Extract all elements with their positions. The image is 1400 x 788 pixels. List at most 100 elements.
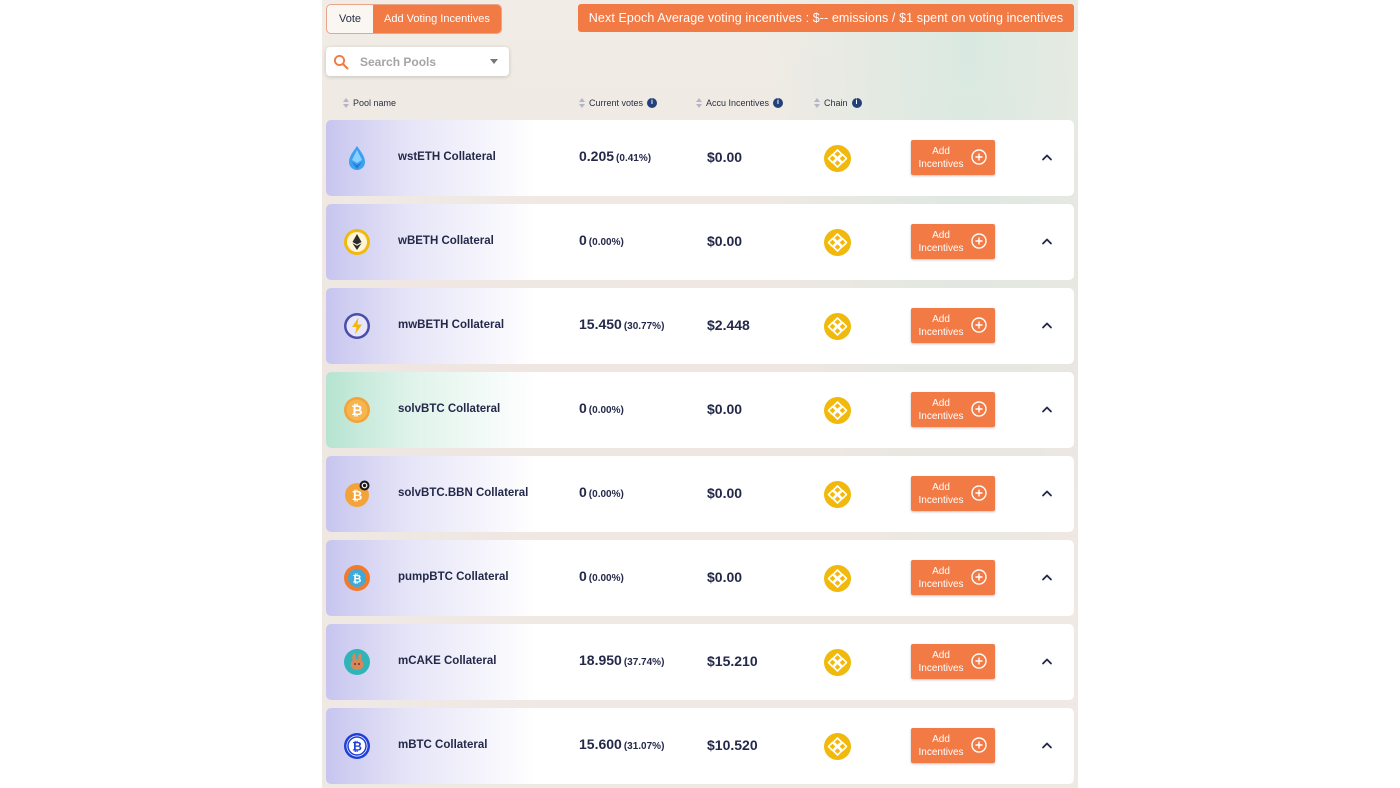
mcake-icon	[344, 649, 370, 675]
accu-incentives: $0.00	[707, 485, 743, 501]
plus-circle-icon	[971, 737, 987, 753]
add-incentives-label: Add Incentives	[918, 650, 964, 674]
pool-name: wBETH Collateral	[398, 235, 494, 247]
add-incentives-button[interactable]: Add Incentives	[911, 728, 995, 763]
current-votes: 18.950 (37.74%)	[579, 652, 664, 670]
add-incentives-label: Add Incentives	[918, 398, 964, 422]
bnb-chain-icon	[824, 733, 851, 760]
votes-value: 0	[579, 400, 587, 416]
current-votes: 15.600 (31.07%)	[579, 736, 664, 754]
bnb-chain-icon	[824, 481, 851, 508]
add-incentives-label: Add Incentives	[918, 566, 964, 590]
plus-circle-icon	[971, 317, 987, 333]
chevron-up-icon[interactable]	[1041, 152, 1053, 162]
info-icon[interactable]: i	[773, 98, 784, 108]
column-label: Current votes	[589, 98, 644, 108]
votes-value: 0.205	[579, 148, 615, 164]
bnb-chain-icon	[824, 313, 851, 340]
votes-value: 18.950	[579, 652, 622, 668]
chevron-up-icon[interactable]	[1041, 488, 1053, 498]
plus-circle-icon	[971, 653, 987, 669]
add-incentives-button[interactable]: Add Incentives	[911, 644, 995, 679]
votes-percent: (31.07%)	[623, 741, 665, 752]
chevron-up-icon[interactable]	[1041, 404, 1053, 414]
add-incentives-button[interactable]: Add Incentives	[911, 560, 995, 595]
votes-percent: (30.77%)	[623, 321, 665, 332]
tab-add-voting-incentives[interactable]: Add Voting Incentives	[373, 5, 501, 33]
pool-row[interactable]: wstETH Collateral 0.205 (0.41%) $0.00 Add…	[326, 120, 1074, 196]
svg-text:₿: ₿	[352, 740, 362, 754]
search-input[interactable]	[358, 53, 492, 70]
wbeth-icon	[344, 229, 370, 255]
plus-circle-icon	[971, 233, 987, 249]
add-incentives-label: Add Incentives	[918, 146, 964, 170]
votes-value: 0	[579, 232, 587, 248]
pool-row[interactable]: wBETH Collateral 0 (0.00%) $0.00 Add Ince…	[326, 204, 1074, 280]
column-header-pool-name[interactable]: Pool name	[343, 98, 396, 108]
current-votes: 0.205 (0.41%)	[579, 148, 651, 166]
pool-row[interactable]: ₿ mBTC Collateral 15.600 (31.07%) $10.520…	[326, 708, 1074, 784]
accu-incentives: $2.448	[707, 317, 750, 333]
plus-circle-icon	[971, 401, 987, 417]
add-incentives-button[interactable]: Add Incentives	[911, 392, 995, 427]
current-votes: 15.450 (30.77%)	[579, 316, 664, 334]
svg-text:₿: ₿	[352, 489, 363, 504]
plus-circle-icon	[971, 485, 987, 501]
pool-row[interactable]: mwBETH Collateral 15.450 (30.77%) $2.448 …	[326, 288, 1074, 364]
votes-percent: (0.41%)	[616, 153, 652, 164]
chevron-down-icon[interactable]	[490, 59, 498, 64]
svg-text:₿: ₿	[351, 403, 362, 419]
accu-incentives: $15.210	[707, 653, 758, 669]
column-label: Chain	[824, 98, 848, 108]
votes-value: 15.450	[579, 316, 622, 332]
chevron-up-icon[interactable]	[1041, 320, 1053, 330]
accu-incentives: $10.520	[707, 737, 758, 753]
add-incentives-button[interactable]: Add Incentives	[911, 308, 995, 343]
pool-row[interactable]: ₿ solvBTC Collateral 0 (0.00%) $0.00 Add …	[326, 372, 1074, 448]
column-label: Accu Incentives	[706, 98, 770, 108]
votes-value: 0	[579, 568, 587, 584]
votes-value: 15.600	[579, 736, 622, 752]
bnb-chain-icon	[824, 649, 851, 676]
column-header-accu-incentives[interactable]: Accu Incentives i	[696, 98, 784, 108]
plus-circle-icon	[971, 569, 987, 585]
bnb-chain-icon	[824, 229, 851, 256]
mbtc-icon: ₿	[344, 733, 370, 759]
chevron-up-icon[interactable]	[1041, 740, 1053, 750]
info-icon[interactable]: i	[647, 98, 658, 108]
sort-icon	[814, 98, 820, 108]
add-incentives-button[interactable]: Add Incentives	[911, 140, 995, 175]
wsteth-icon	[349, 146, 365, 170]
column-header-chain[interactable]: Chain i	[814, 98, 862, 108]
info-icon[interactable]: i	[851, 98, 862, 108]
pool-row[interactable]: mCAKE Collateral 18.950 (37.74%) $15.210 …	[326, 624, 1074, 700]
column-header-current-votes[interactable]: Current votes i	[579, 98, 658, 108]
chevron-up-icon[interactable]	[1041, 236, 1053, 246]
add-incentives-label: Add Incentives	[918, 734, 964, 758]
mode-tabs: Vote Add Voting Incentives	[326, 4, 502, 34]
pool-name: solvBTC Collateral	[398, 403, 501, 415]
solvbtc-bbn-icon: ₿	[345, 480, 370, 507]
pool-row[interactable]: ₿ pumpBTC Collateral 0 (0.00%) $0.00 Add …	[326, 540, 1074, 616]
bnb-chain-icon	[824, 145, 851, 172]
pool-row[interactable]: ₿ solvBTC.BBN Collateral 0 (0.00%) $0.00 …	[326, 456, 1074, 532]
current-votes: 0 (0.00%)	[579, 400, 624, 418]
chevron-up-icon[interactable]	[1041, 656, 1053, 666]
add-incentives-button[interactable]: Add Incentives	[911, 224, 995, 259]
bnb-chain-icon	[824, 565, 851, 592]
bnb-chain-icon	[824, 397, 851, 424]
accu-incentives: $0.00	[707, 149, 743, 165]
votes-percent: (0.00%)	[588, 489, 624, 500]
sort-icon	[696, 98, 702, 108]
column-label: Pool name	[353, 98, 397, 108]
add-incentives-button[interactable]: Add Incentives	[911, 476, 995, 511]
incentives-panel: Vote Add Voting Incentives Next Epoch Av…	[322, 0, 1078, 788]
pool-name: mwBETH Collateral	[398, 319, 505, 331]
current-votes: 0 (0.00%)	[579, 232, 624, 250]
accu-incentives: $0.00	[707, 233, 743, 249]
votes-percent: (0.00%)	[588, 237, 624, 248]
search-pools-dropdown[interactable]	[326, 47, 509, 76]
tab-vote[interactable]: Vote	[327, 5, 373, 33]
votes-percent: (37.74%)	[623, 657, 665, 668]
chevron-up-icon[interactable]	[1041, 572, 1053, 582]
